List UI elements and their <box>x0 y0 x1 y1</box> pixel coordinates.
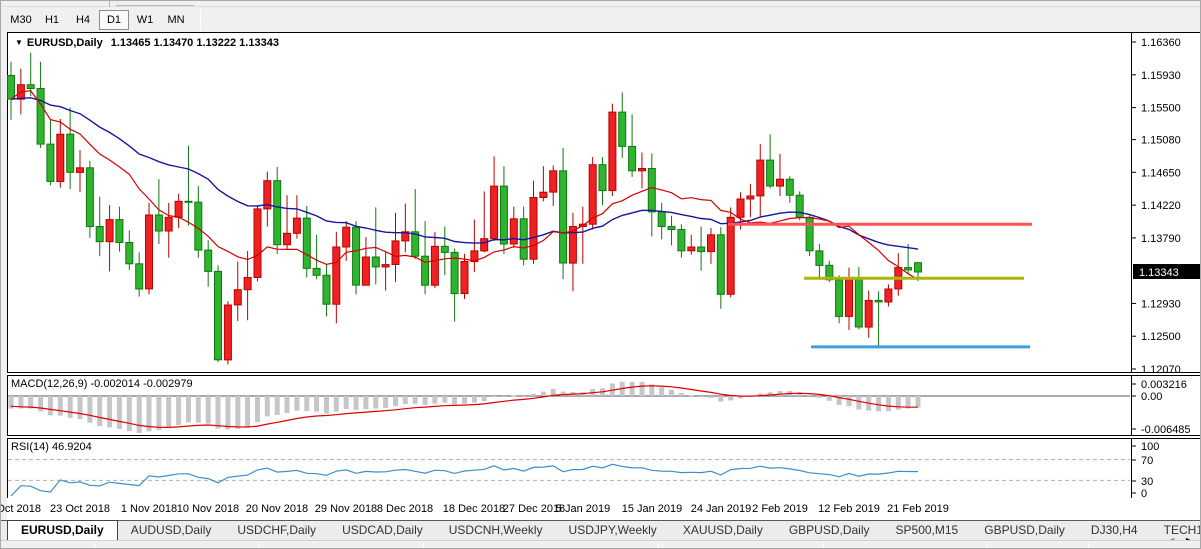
svg-text:-0.006485: -0.006485 <box>1141 424 1191 436</box>
svg-text:1.14650: 1.14650 <box>1141 167 1181 179</box>
status-bar-separator <box>94 542 95 549</box>
macd-values: -0.002014 -0.002979 <box>90 378 192 390</box>
svg-text:0.003216: 0.003216 <box>1141 379 1187 391</box>
timeframe-button-w1[interactable]: W1 <box>130 10 160 30</box>
chevron-down-icon[interactable]: ▼ <box>15 38 23 47</box>
svg-text:1.15080: 1.15080 <box>1141 135 1181 147</box>
chart-tab-usdchf-daily[interactable]: USDCHF,Daily <box>224 521 329 540</box>
status-bar-separator <box>423 542 424 549</box>
timeframe-button-m30[interactable]: M30 <box>6 10 36 30</box>
timeframe-toolbar: M30H1H4D1W1MN <box>1 7 1201 32</box>
toolbar-separator <box>200 10 201 30</box>
chart-tab-sp500-m15[interactable]: SP500,M15 <box>883 521 972 540</box>
svg-text:100: 100 <box>1141 441 1159 453</box>
macd-indicator-title: MACD(12,26,9) -0.002014 -0.002979 <box>11 378 193 390</box>
chart-tab-xauusd-daily[interactable]: XAUUSD,Daily <box>670 521 776 540</box>
chart-tab-eurusd-daily[interactable]: EURUSD,Daily <box>7 520 118 540</box>
status-bar-separator <box>658 542 659 549</box>
timeframe-button-d1[interactable]: D1 <box>99 10 129 30</box>
svg-text:30: 30 <box>1141 476 1153 488</box>
toolbar-artifact <box>116 5 194 6</box>
main-price-panel[interactable]: 1.16360 1.15930 1.15500 1.15080 1.14650 1.142… <box>7 32 1201 373</box>
chart-tab-usdcad-daily[interactable]: USDCAD,Daily <box>329 521 436 540</box>
status-bar-separator <box>823 542 824 549</box>
svg-text:0.00: 0.00 <box>1141 391 1162 403</box>
chart-tab-dj30-h4[interactable]: DJ30,H4 <box>1078 521 1151 540</box>
trading-platform-window: M30H1H4D1W1MN 1.16360 1.15930 1.15500 1.150… <box>0 0 1201 549</box>
svg-text:1.13343: 1.13343 <box>1139 267 1179 279</box>
svg-text:1.15930: 1.15930 <box>1141 70 1181 82</box>
ohlc-values: 1.13465 1.13470 1.13222 1.13343 <box>111 37 279 49</box>
macd-label: MACD(12,26,9) <box>11 378 87 390</box>
chart-tab-audusd-daily[interactable]: AUDUSD,Daily <box>118 521 225 540</box>
svg-text:70: 70 <box>1141 455 1153 467</box>
timeframe-button-mn[interactable]: MN <box>161 10 191 30</box>
chart-symbol-title: ▼ EURUSD,Daily 1.13465 1.13470 1.13222 1.1… <box>15 37 279 49</box>
symbol-label: EURUSD,Daily <box>27 37 103 49</box>
svg-text:1.14220: 1.14220 <box>1141 200 1181 212</box>
date-axis: 13 Oct 201823 Oct 20181 Nov 201810 Nov 2… <box>7 498 1201 520</box>
timeframe-button-h1[interactable]: H1 <box>37 10 67 30</box>
rsi-value: 46.9204 <box>52 441 92 453</box>
svg-text:1.12930: 1.12930 <box>1141 298 1181 310</box>
chart-tab-gbpusd-daily[interactable]: GBPUSD,Daily <box>971 521 1078 540</box>
chart-tab-usdcnh-weekly[interactable]: USDCNH,Weekly <box>436 521 556 540</box>
svg-text:1.16360: 1.16360 <box>1141 37 1181 49</box>
rsi-panel[interactable]: 10070300 <box>7 438 1201 499</box>
status-bar-separator <box>987 542 988 549</box>
date-axis-label: 21 Feb 2019 <box>873 503 963 515</box>
chart-tab-usdjpy-weekly[interactable]: USDJPY,Weekly <box>556 521 670 540</box>
current-price-badge: 1.13343 <box>1133 264 1201 279</box>
rsi-label: RSI(14) <box>11 441 49 453</box>
svg-text:1.12070: 1.12070 <box>1141 364 1181 373</box>
chart-tab-gbpusd-daily[interactable]: GBPUSD,Daily <box>776 521 883 540</box>
chart-window[interactable]: 1.16360 1.15930 1.15500 1.15080 1.14650 1.142… <box>7 32 1201 520</box>
rsi-indicator-title: RSI(14) 46.9204 <box>11 441 92 453</box>
status-bar-separator <box>259 542 260 549</box>
svg-text:1.12500: 1.12500 <box>1141 331 1181 343</box>
status-bar-separator <box>1088 542 1089 549</box>
svg-text:1.15500: 1.15500 <box>1141 103 1181 115</box>
timeframe-button-h4[interactable]: H4 <box>68 10 98 30</box>
status-bar <box>1 540 1201 549</box>
chart-tab-bar: EURUSD,DailyAUDUSD,DailyUSDCHF,DailyUSDC… <box>1 520 1201 540</box>
svg-text:1.13790: 1.13790 <box>1141 233 1181 245</box>
